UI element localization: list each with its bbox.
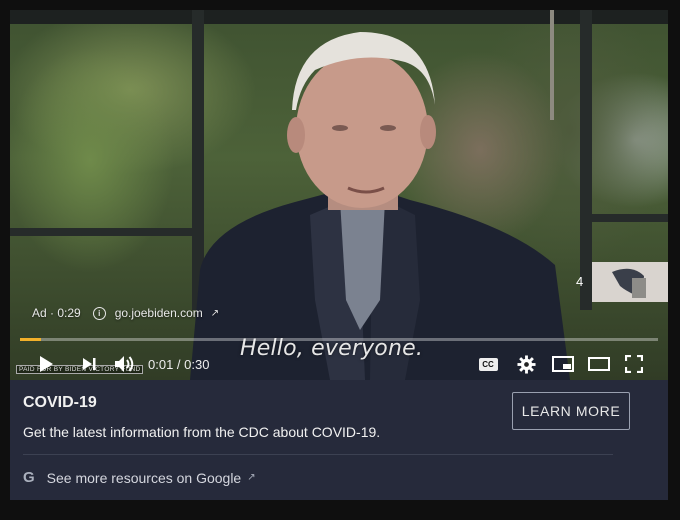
google-icon: G [23, 469, 35, 486]
time-display: 0:01 / 0:30 [148, 357, 210, 372]
gear-icon [516, 354, 536, 374]
next-video-thumbnail[interactable] [592, 262, 668, 302]
fullscreen-icon [625, 355, 643, 373]
theater-icon [588, 357, 610, 371]
captions-icon: CC [478, 357, 498, 371]
ad-info: Ad · 0:29 i go.joebiden.com ↗ [32, 306, 219, 320]
learn-more-button[interactable]: LEARN MORE [512, 392, 630, 430]
volume-button[interactable] [112, 348, 138, 380]
card-title: COVID-19 [23, 394, 97, 411]
play-icon [40, 356, 53, 372]
progress-bar[interactable] [20, 338, 658, 341]
next-icon [83, 358, 96, 370]
fullscreen-button[interactable] [622, 348, 646, 380]
info-icon[interactable]: i [92, 306, 106, 320]
theater-mode-button[interactable] [586, 348, 612, 380]
video-frame [10, 10, 668, 380]
more-resources-link[interactable]: G See more resources on Google ↗ [23, 469, 256, 486]
card-description: Get the latest information from the CDC … [23, 424, 381, 440]
divider [23, 454, 613, 455]
skip-countdown: 4 [576, 274, 584, 289]
miniplayer-button[interactable] [550, 348, 576, 380]
progress-fill [20, 338, 42, 341]
player-controls: 0:01 / 0:30 CC [10, 348, 668, 380]
settings-button[interactable] [514, 348, 538, 380]
captions-button[interactable]: CC [476, 348, 500, 380]
external-link-icon: ↗ [247, 472, 256, 483]
volume-icon [115, 356, 134, 372]
ad-domain-link[interactable]: go.joebiden.com [115, 306, 203, 320]
miniplayer-icon [552, 356, 574, 372]
ad-label: Ad · 0:29 [32, 306, 81, 320]
play-button[interactable] [34, 348, 58, 380]
video-player[interactable]: Ad · 0:29 i go.joebiden.com ↗ 4 Hello, e… [10, 10, 668, 380]
external-link-icon: ↗ [210, 307, 220, 319]
ad-info-card: COVID-19 Get the latest information from… [10, 380, 668, 500]
speaker-image [190, 32, 570, 380]
more-resources-label: See more resources on Google [46, 469, 242, 486]
next-button[interactable] [78, 348, 100, 380]
